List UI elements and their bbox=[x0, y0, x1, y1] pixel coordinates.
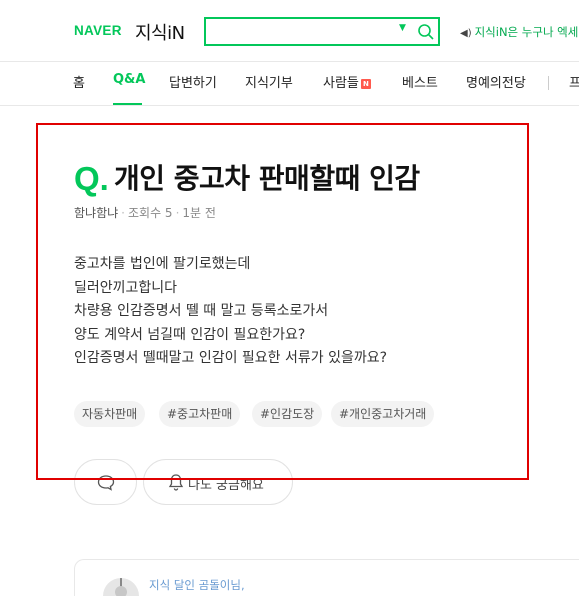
curious-label: 나도 궁금해요 bbox=[188, 478, 264, 493]
avatar[interactable] bbox=[103, 578, 139, 596]
tab-more[interactable]: 프 bbox=[569, 72, 579, 91]
new-badge: N bbox=[360, 79, 371, 89]
body-line: 중고차를 법인에 팔기로했는데 bbox=[74, 256, 251, 272]
tab-people-label: 사람들 bbox=[323, 76, 359, 91]
answer-card: 지식 달인 곰돌이님, bbox=[74, 559, 579, 596]
body-line: 딜러안끼고합니다 bbox=[74, 279, 178, 296]
tab-people[interactable]: 사람들 N bbox=[323, 72, 371, 91]
tab-qna[interactable]: Q&A bbox=[113, 72, 145, 87]
notice-banner[interactable]: ◀) 지식iN은 누구나 엑세 bbox=[460, 24, 578, 40]
tab-hall-of-fame[interactable]: 명예의전당 bbox=[466, 72, 526, 91]
meta-dot: · bbox=[175, 206, 180, 220]
jisikin-logo[interactable]: 지식iN bbox=[135, 19, 185, 45]
question-meta: 함냐함냐 · 조회수 5 · 1분 전 bbox=[74, 204, 216, 221]
body-line: 인감증명서 뗄때말고 인감이 필요한 서류가 있을까요? bbox=[74, 350, 388, 366]
avatar-head-icon bbox=[115, 586, 127, 596]
tab-best[interactable]: 베스트 bbox=[402, 72, 438, 91]
search-dropdown-icon[interactable]: ▼ bbox=[399, 23, 406, 33]
tab-answer[interactable]: 답변하기 bbox=[169, 72, 217, 91]
comment-icon bbox=[97, 475, 115, 491]
comment-button[interactable] bbox=[74, 459, 137, 505]
answer-prompt: 지식 달인 곰돌이님, bbox=[149, 578, 245, 592]
question-body: 중고차를 법인에 팔기로했는데 딜러안끼고합니다 차량용 인감증명서 뗄 때 말… bbox=[74, 253, 514, 371]
body-line: 양도 계약서 넘길때 인감이 필요한가요? bbox=[74, 326, 306, 343]
tag-chip[interactable]: 자동차판매 bbox=[74, 401, 146, 427]
meta-dot: · bbox=[121, 206, 125, 220]
search-icon[interactable] bbox=[417, 23, 435, 41]
post-time: 1분 전 bbox=[182, 206, 216, 220]
tag-chip[interactable]: #중고차판매 bbox=[159, 401, 241, 427]
speaker-icon: ◀) bbox=[460, 28, 472, 39]
tag-chip[interactable]: #인감도장 bbox=[252, 401, 323, 427]
main-nav: 홈 Q&A 답변하기 지식기부 사람들 N 베스트 명예의전당 프 bbox=[0, 62, 579, 106]
bell-icon bbox=[168, 474, 184, 491]
question-title: 개인 중고차 판매할때 인감 bbox=[114, 162, 420, 195]
nav-separator bbox=[548, 76, 549, 90]
author-name[interactable]: 함냐함냐 bbox=[74, 206, 118, 220]
view-count: 조회수 5 bbox=[128, 206, 173, 220]
search-input[interactable] bbox=[210, 21, 390, 42]
tab-home[interactable]: 홈 bbox=[73, 72, 85, 91]
search-box: ▼ bbox=[204, 17, 440, 46]
body-line: 차량용 인감증명서 뗄 때 말고 등록소로가서 bbox=[74, 303, 329, 319]
tab-donate[interactable]: 지식기부 bbox=[245, 72, 293, 91]
naver-logo[interactable]: NAVER bbox=[74, 23, 122, 38]
tag-chip[interactable]: #개인중고차거래 bbox=[331, 401, 435, 427]
header: NAVER 지식iN ▼ ◀) 지식iN은 누구나 엑세 bbox=[0, 0, 579, 62]
question-mark-icon: Q. bbox=[74, 160, 109, 197]
curious-button[interactable]: 나도 궁금해요 bbox=[143, 459, 293, 505]
notice-text: 지식iN은 누구나 엑세 bbox=[474, 25, 579, 39]
active-tab-indicator bbox=[113, 103, 142, 105]
